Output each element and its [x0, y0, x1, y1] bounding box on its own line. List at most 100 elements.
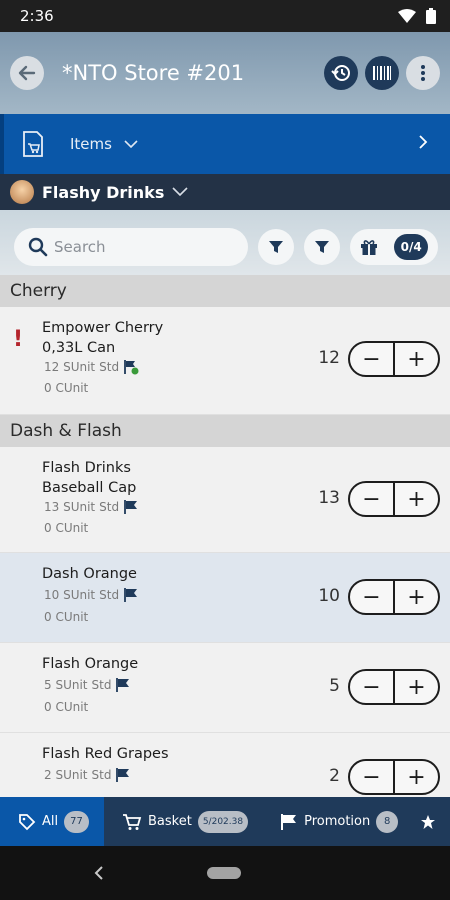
tab-badge: 5/202.38: [197, 810, 249, 833]
wifi-icon: [398, 9, 416, 23]
search-row: Search 0/4: [14, 228, 439, 266]
search-placeholder: Search: [54, 238, 106, 256]
flag-icon: [124, 588, 138, 602]
tab-basket[interactable]: Basket 5/202.38: [104, 797, 258, 846]
status-time: 2:36: [20, 7, 54, 25]
decrement-button[interactable]: −: [350, 483, 393, 515]
gift-icon: [361, 240, 378, 255]
item-meta: 13 SUnit Std: [44, 499, 139, 515]
more-options-button[interactable]: [406, 56, 440, 90]
barcode-button[interactable]: [365, 56, 399, 90]
item-sunit: 13 SUnit: [44, 500, 96, 514]
chevron-down-icon: [172, 185, 188, 199]
quantity-stepper: − +: [348, 669, 440, 705]
back-button[interactable]: [10, 56, 44, 90]
nav-label: Items: [70, 135, 112, 153]
item-quantity: 2: [329, 766, 340, 786]
quantity-stepper: − +: [348, 759, 440, 795]
gift-filter[interactable]: 0/4: [350, 229, 439, 265]
item-quantity: 13: [318, 488, 340, 508]
tab-label: All: [42, 814, 59, 829]
decrement-button[interactable]: −: [350, 671, 393, 703]
chevron-right-icon[interactable]: [418, 134, 428, 155]
increment-button[interactable]: +: [395, 581, 438, 613]
list-item[interactable]: Flash Red Grapes 2 SUnit Std 2 − +: [0, 733, 450, 797]
item-std: Std: [91, 768, 112, 782]
item-cunit: 0 CUnit: [44, 700, 89, 714]
item-std: Std: [91, 678, 112, 692]
item-name: Flash Red Grapes: [42, 744, 169, 764]
filter-icon: [315, 241, 330, 253]
item-sunit: 12 SUnit: [44, 360, 96, 374]
increment-button[interactable]: +: [395, 483, 438, 515]
increment-button[interactable]: +: [395, 671, 438, 703]
brand-name: Flashy Drinks: [42, 182, 165, 202]
tab-label: Promotion: [304, 814, 371, 829]
item-cunit: 0 CUnit: [44, 610, 89, 624]
history-button[interactable]: [324, 56, 358, 90]
app-header: *NTO Store #201: [0, 32, 450, 114]
list-item[interactable]: ! Empower Cherry 0,33L Can 12 SUnit Std …: [0, 307, 450, 415]
item-name-line1: Flash Drinks: [42, 460, 131, 476]
flag-icon: [116, 768, 130, 782]
arrow-left-icon: [18, 65, 36, 81]
item-cunit: 0 CUnit: [44, 521, 89, 535]
item-name-line1: Flash Red Grapes: [42, 746, 169, 762]
flag-status-icon: [124, 360, 139, 375]
increment-button[interactable]: +: [395, 761, 438, 793]
item-std: Std: [99, 500, 120, 514]
item-std: Std: [99, 360, 120, 374]
tab-badge: 8: [376, 810, 399, 833]
item-cunit: 0 CUnit: [44, 381, 89, 395]
items-icon: [16, 130, 50, 158]
item-name: Flash Drinks Baseball Cap: [42, 458, 136, 498]
star-icon: [421, 814, 436, 829]
item-sunit: 2 SUnit: [44, 768, 88, 782]
tab-label: Basket: [148, 814, 192, 829]
filter-button-secondary[interactable]: [304, 229, 341, 265]
battery-icon: [426, 8, 436, 24]
gift-count-badge: 0/4: [394, 234, 429, 260]
list-item[interactable]: Flash Drinks Baseball Cap 13 SUnit Std 0…: [0, 447, 450, 553]
items-nav-bar[interactable]: Items: [0, 114, 450, 174]
quantity-stepper: − +: [348, 481, 440, 517]
filter-button[interactable]: [258, 229, 295, 265]
barcode-icon: [373, 66, 391, 80]
system-home-pill[interactable]: [207, 867, 241, 879]
decrement-button[interactable]: −: [350, 343, 393, 375]
brand-selector[interactable]: Flashy Drinks: [0, 174, 450, 210]
status-bar: 2:36: [0, 0, 450, 32]
tab-badge: 77: [64, 810, 89, 833]
page-title: *NTO Store #201: [62, 61, 245, 85]
chevron-down-icon: [124, 137, 138, 152]
list-item[interactable]: Dash Orange 10 SUnit Std 0 CUnit 10 − +: [0, 553, 450, 643]
system-back-icon[interactable]: [94, 865, 104, 881]
item-name-line1: Flash Orange: [42, 656, 139, 672]
item-name-line1: Empower Cherry: [42, 320, 164, 336]
bottom-tab-bar: All 77 Basket 5/202.38 Promotion 8: [0, 797, 450, 846]
search-icon: [28, 237, 48, 257]
list-item[interactable]: Flash Orange 5 SUnit Std 0 CUnit 5 − +: [0, 643, 450, 733]
decrement-button[interactable]: −: [350, 761, 393, 793]
flag-icon: [124, 500, 138, 514]
filter-icon: [269, 241, 284, 253]
item-name-line2: 0,33L Can: [42, 340, 116, 356]
tab-favorites[interactable]: [408, 797, 446, 846]
decrement-button[interactable]: −: [350, 581, 393, 613]
tab-promotion[interactable]: Promotion 8: [258, 797, 408, 846]
section-header: Dash & Flash: [0, 415, 450, 447]
increment-button[interactable]: +: [395, 343, 438, 375]
item-meta: 5 SUnit Std: [44, 677, 131, 693]
section-header: Cherry: [0, 275, 450, 307]
item-list: Cherry ! Empower Cherry 0,33L Can 12 SUn…: [0, 275, 450, 797]
status-icons: [398, 8, 436, 24]
item-quantity: 5: [329, 676, 340, 696]
warning-icon: !: [13, 327, 24, 352]
system-navigation-bar: [0, 846, 450, 900]
tab-all[interactable]: All 77: [0, 797, 104, 846]
item-name-line2: Baseball Cap: [42, 480, 137, 496]
cart-icon: [123, 813, 142, 830]
search-input[interactable]: Search: [14, 228, 249, 266]
item-sunit: 10 SUnit: [44, 588, 96, 602]
flag-icon: [281, 813, 297, 830]
